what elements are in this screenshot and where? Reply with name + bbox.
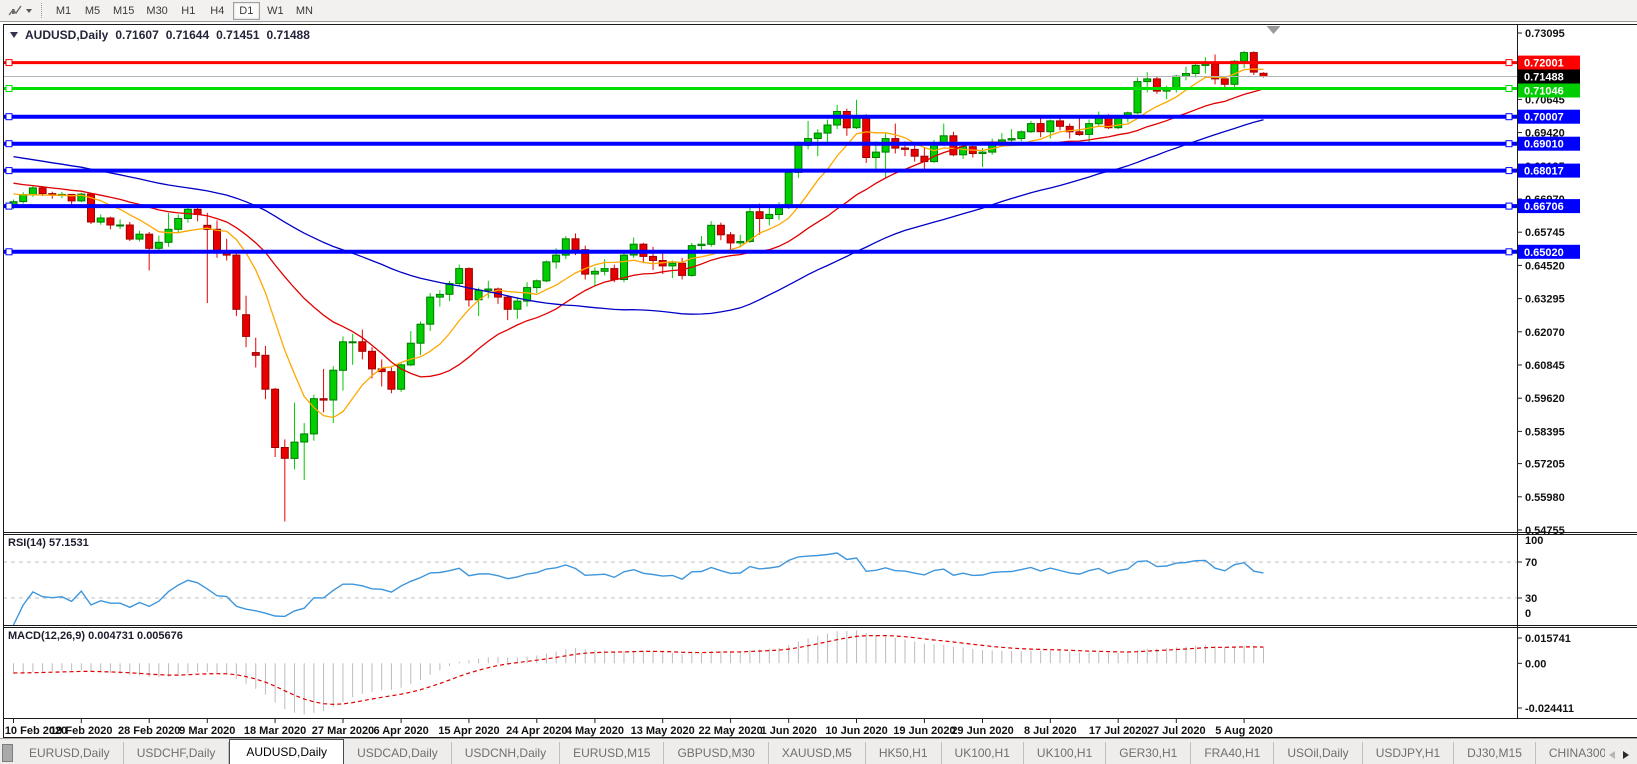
svg-text:100: 100 bbox=[1525, 535, 1543, 547]
svg-text:19 Jun 2020: 19 Jun 2020 bbox=[893, 725, 955, 737]
tab-usdjpy-h1[interactable]: USDJPY,H1 bbox=[1363, 742, 1454, 764]
svg-text:0.72001: 0.72001 bbox=[1524, 58, 1564, 70]
svg-text:17 Jul 2020: 17 Jul 2020 bbox=[1089, 725, 1148, 737]
svg-text:-0.024411: -0.024411 bbox=[1525, 703, 1574, 715]
symbol-dropdown-icon bbox=[10, 32, 18, 38]
tab-uk100-h1[interactable]: UK100,H1 bbox=[942, 742, 1024, 764]
svg-text:9 Mar 2020: 9 Mar 2020 bbox=[179, 725, 235, 737]
svg-text:0.55980: 0.55980 bbox=[1525, 492, 1565, 504]
svg-text:0.015741: 0.015741 bbox=[1525, 633, 1571, 645]
svg-text:0.66706: 0.66706 bbox=[1524, 201, 1564, 213]
tabbar-corner-grip bbox=[2, 744, 13, 762]
svg-text:0.59620: 0.59620 bbox=[1525, 393, 1565, 405]
svg-text:8 Jul 2020: 8 Jul 2020 bbox=[1024, 725, 1077, 737]
svg-text:0.69010: 0.69010 bbox=[1524, 139, 1564, 151]
svg-text:0.63295: 0.63295 bbox=[1525, 294, 1565, 306]
ohlc-open: 0.71607 bbox=[115, 28, 158, 42]
tab-china300-h4[interactable]: CHINA300,H4 bbox=[1536, 742, 1605, 764]
tab-eurusd-daily[interactable]: EURUSD,Daily bbox=[16, 742, 124, 764]
svg-text:27 Jul 2020: 27 Jul 2020 bbox=[1147, 725, 1206, 737]
toolbar-separator bbox=[41, 3, 42, 18]
svg-text:0.68017: 0.68017 bbox=[1524, 166, 1564, 178]
svg-text:0.57205: 0.57205 bbox=[1525, 459, 1565, 471]
svg-text:0.62070: 0.62070 bbox=[1525, 327, 1565, 339]
svg-text:13 May 2020: 13 May 2020 bbox=[631, 725, 695, 737]
svg-text:0.65745: 0.65745 bbox=[1525, 227, 1565, 239]
chart-title[interactable]: AUDUSD,Daily 0.71607 0.71644 0.71451 0.7… bbox=[10, 28, 317, 42]
rsi-indicator-label: RSI(14) 57.1531 bbox=[8, 537, 89, 549]
tab-gbpusd-m30[interactable]: GBPUSD,M30 bbox=[664, 742, 768, 764]
svg-text:0.71488: 0.71488 bbox=[1524, 72, 1564, 84]
svg-text:18 Mar 2020: 18 Mar 2020 bbox=[244, 725, 306, 737]
symbol-name: AUDUSD,Daily bbox=[25, 28, 108, 42]
tab-ger30-h1[interactable]: GER30,H1 bbox=[1106, 742, 1191, 764]
chart-canvas[interactable]: 0.730950.718700.706450.694200.681950.669… bbox=[0, 24, 1637, 738]
tab-usdcnh-daily[interactable]: USDCNH,Daily bbox=[452, 742, 560, 764]
svg-text:1 Jun 2020: 1 Jun 2020 bbox=[761, 725, 817, 737]
timeframe-m30-button[interactable]: M30 bbox=[141, 2, 172, 20]
tab-usdchf-daily[interactable]: USDCHF,Daily bbox=[124, 742, 230, 764]
svg-text:0.71046: 0.71046 bbox=[1524, 86, 1564, 98]
svg-text:28 Feb 2020: 28 Feb 2020 bbox=[118, 725, 180, 737]
timeframe-m1-button[interactable]: M1 bbox=[50, 2, 77, 20]
timeframe-m15-button[interactable]: M15 bbox=[108, 2, 139, 20]
svg-text:15 Apr 2020: 15 Apr 2020 bbox=[438, 725, 499, 737]
tab-uk100-h1[interactable]: UK100,H1 bbox=[1024, 742, 1106, 764]
tab-xauusd-m5[interactable]: XAUUSD,M5 bbox=[769, 742, 866, 764]
tab-eurusd-m15[interactable]: EURUSD,M15 bbox=[560, 742, 664, 764]
timeframe-h1-button[interactable]: H1 bbox=[175, 2, 202, 20]
svg-text:0.70007: 0.70007 bbox=[1524, 112, 1564, 124]
ohlc-high: 0.71644 bbox=[166, 28, 209, 42]
macd-indicator-label: MACD(12,26,9) 0.004731 0.005676 bbox=[8, 630, 183, 642]
svg-text:5 Aug 2020: 5 Aug 2020 bbox=[1215, 725, 1273, 737]
chevron-down-icon bbox=[26, 9, 32, 13]
tab-dj30-m15[interactable]: DJ30,M15 bbox=[1454, 742, 1536, 764]
svg-text:24 Apr 2020: 24 Apr 2020 bbox=[506, 725, 567, 737]
ohlc-low: 0.71451 bbox=[216, 28, 259, 42]
symbol-tabs: EURUSD,DailyUSDCHF,DailyAUDUSD,DailyUSDC… bbox=[16, 739, 1605, 764]
svg-text:19 Feb 2020: 19 Feb 2020 bbox=[50, 725, 112, 737]
scroll-left-icon[interactable] bbox=[1609, 751, 1615, 759]
trading-terminal: M1 M5 M15 M30 H1 H4 D1 W1 MN 0.73095 0.71… bbox=[0, 0, 1637, 764]
chart-window: 0.730950.718700.706450.694200.681950.669… bbox=[0, 24, 1637, 738]
svg-text:0.64520: 0.64520 bbox=[1525, 260, 1565, 272]
svg-text:6 Apr 2020: 6 Apr 2020 bbox=[373, 725, 428, 737]
svg-text:29 Jun 2020: 29 Jun 2020 bbox=[951, 725, 1013, 737]
chart-cursor-tool[interactable] bbox=[4, 3, 36, 19]
svg-text:4 May 2020: 4 May 2020 bbox=[566, 725, 624, 737]
symbol-tabbar: EURUSD,DailyUSDCHF,DailyAUDUSD,DailyUSDC… bbox=[0, 738, 1637, 764]
timeframe-m5-button[interactable]: M5 bbox=[79, 2, 106, 20]
svg-text:22 May 2020: 22 May 2020 bbox=[698, 725, 762, 737]
svg-text:0.58395: 0.58395 bbox=[1525, 426, 1565, 438]
svg-text:0.60845: 0.60845 bbox=[1525, 360, 1565, 372]
svg-text:0.00: 0.00 bbox=[1525, 658, 1546, 670]
scroll-right-icon[interactable] bbox=[1623, 751, 1629, 759]
svg-text:0: 0 bbox=[1525, 608, 1531, 620]
svg-text:30: 30 bbox=[1525, 593, 1537, 605]
svg-text:27 Mar 2020: 27 Mar 2020 bbox=[312, 725, 374, 737]
timeframe-toolbar: M1 M5 M15 M30 H1 H4 D1 W1 MN bbox=[0, 0, 1637, 22]
svg-text:0.73095: 0.73095 bbox=[1525, 28, 1565, 40]
crosshair-icon bbox=[8, 4, 23, 18]
tab-usdcad-daily[interactable]: USDCAD,Daily bbox=[344, 742, 452, 764]
tab-audusd-daily[interactable]: AUDUSD,Daily bbox=[229, 739, 344, 764]
tab-usoil-daily[interactable]: USOil,Daily bbox=[1274, 742, 1362, 764]
timeframe-h4-button[interactable]: H4 bbox=[204, 2, 231, 20]
timeframe-d1-button[interactable]: D1 bbox=[233, 2, 260, 20]
tab-fra40-h1[interactable]: FRA40,H1 bbox=[1191, 742, 1274, 764]
svg-text:10 Jun 2020: 10 Jun 2020 bbox=[825, 725, 887, 737]
tab-hk50-h1[interactable]: HK50,H1 bbox=[866, 742, 942, 764]
timeframe-mn-button[interactable]: MN bbox=[291, 2, 318, 20]
ohlc-close: 0.71488 bbox=[267, 28, 310, 42]
tab-scroll-arrows bbox=[1605, 751, 1637, 764]
svg-text:0.65020: 0.65020 bbox=[1524, 247, 1564, 259]
timeframe-w1-button[interactable]: W1 bbox=[262, 2, 289, 20]
svg-text:70: 70 bbox=[1525, 557, 1537, 569]
